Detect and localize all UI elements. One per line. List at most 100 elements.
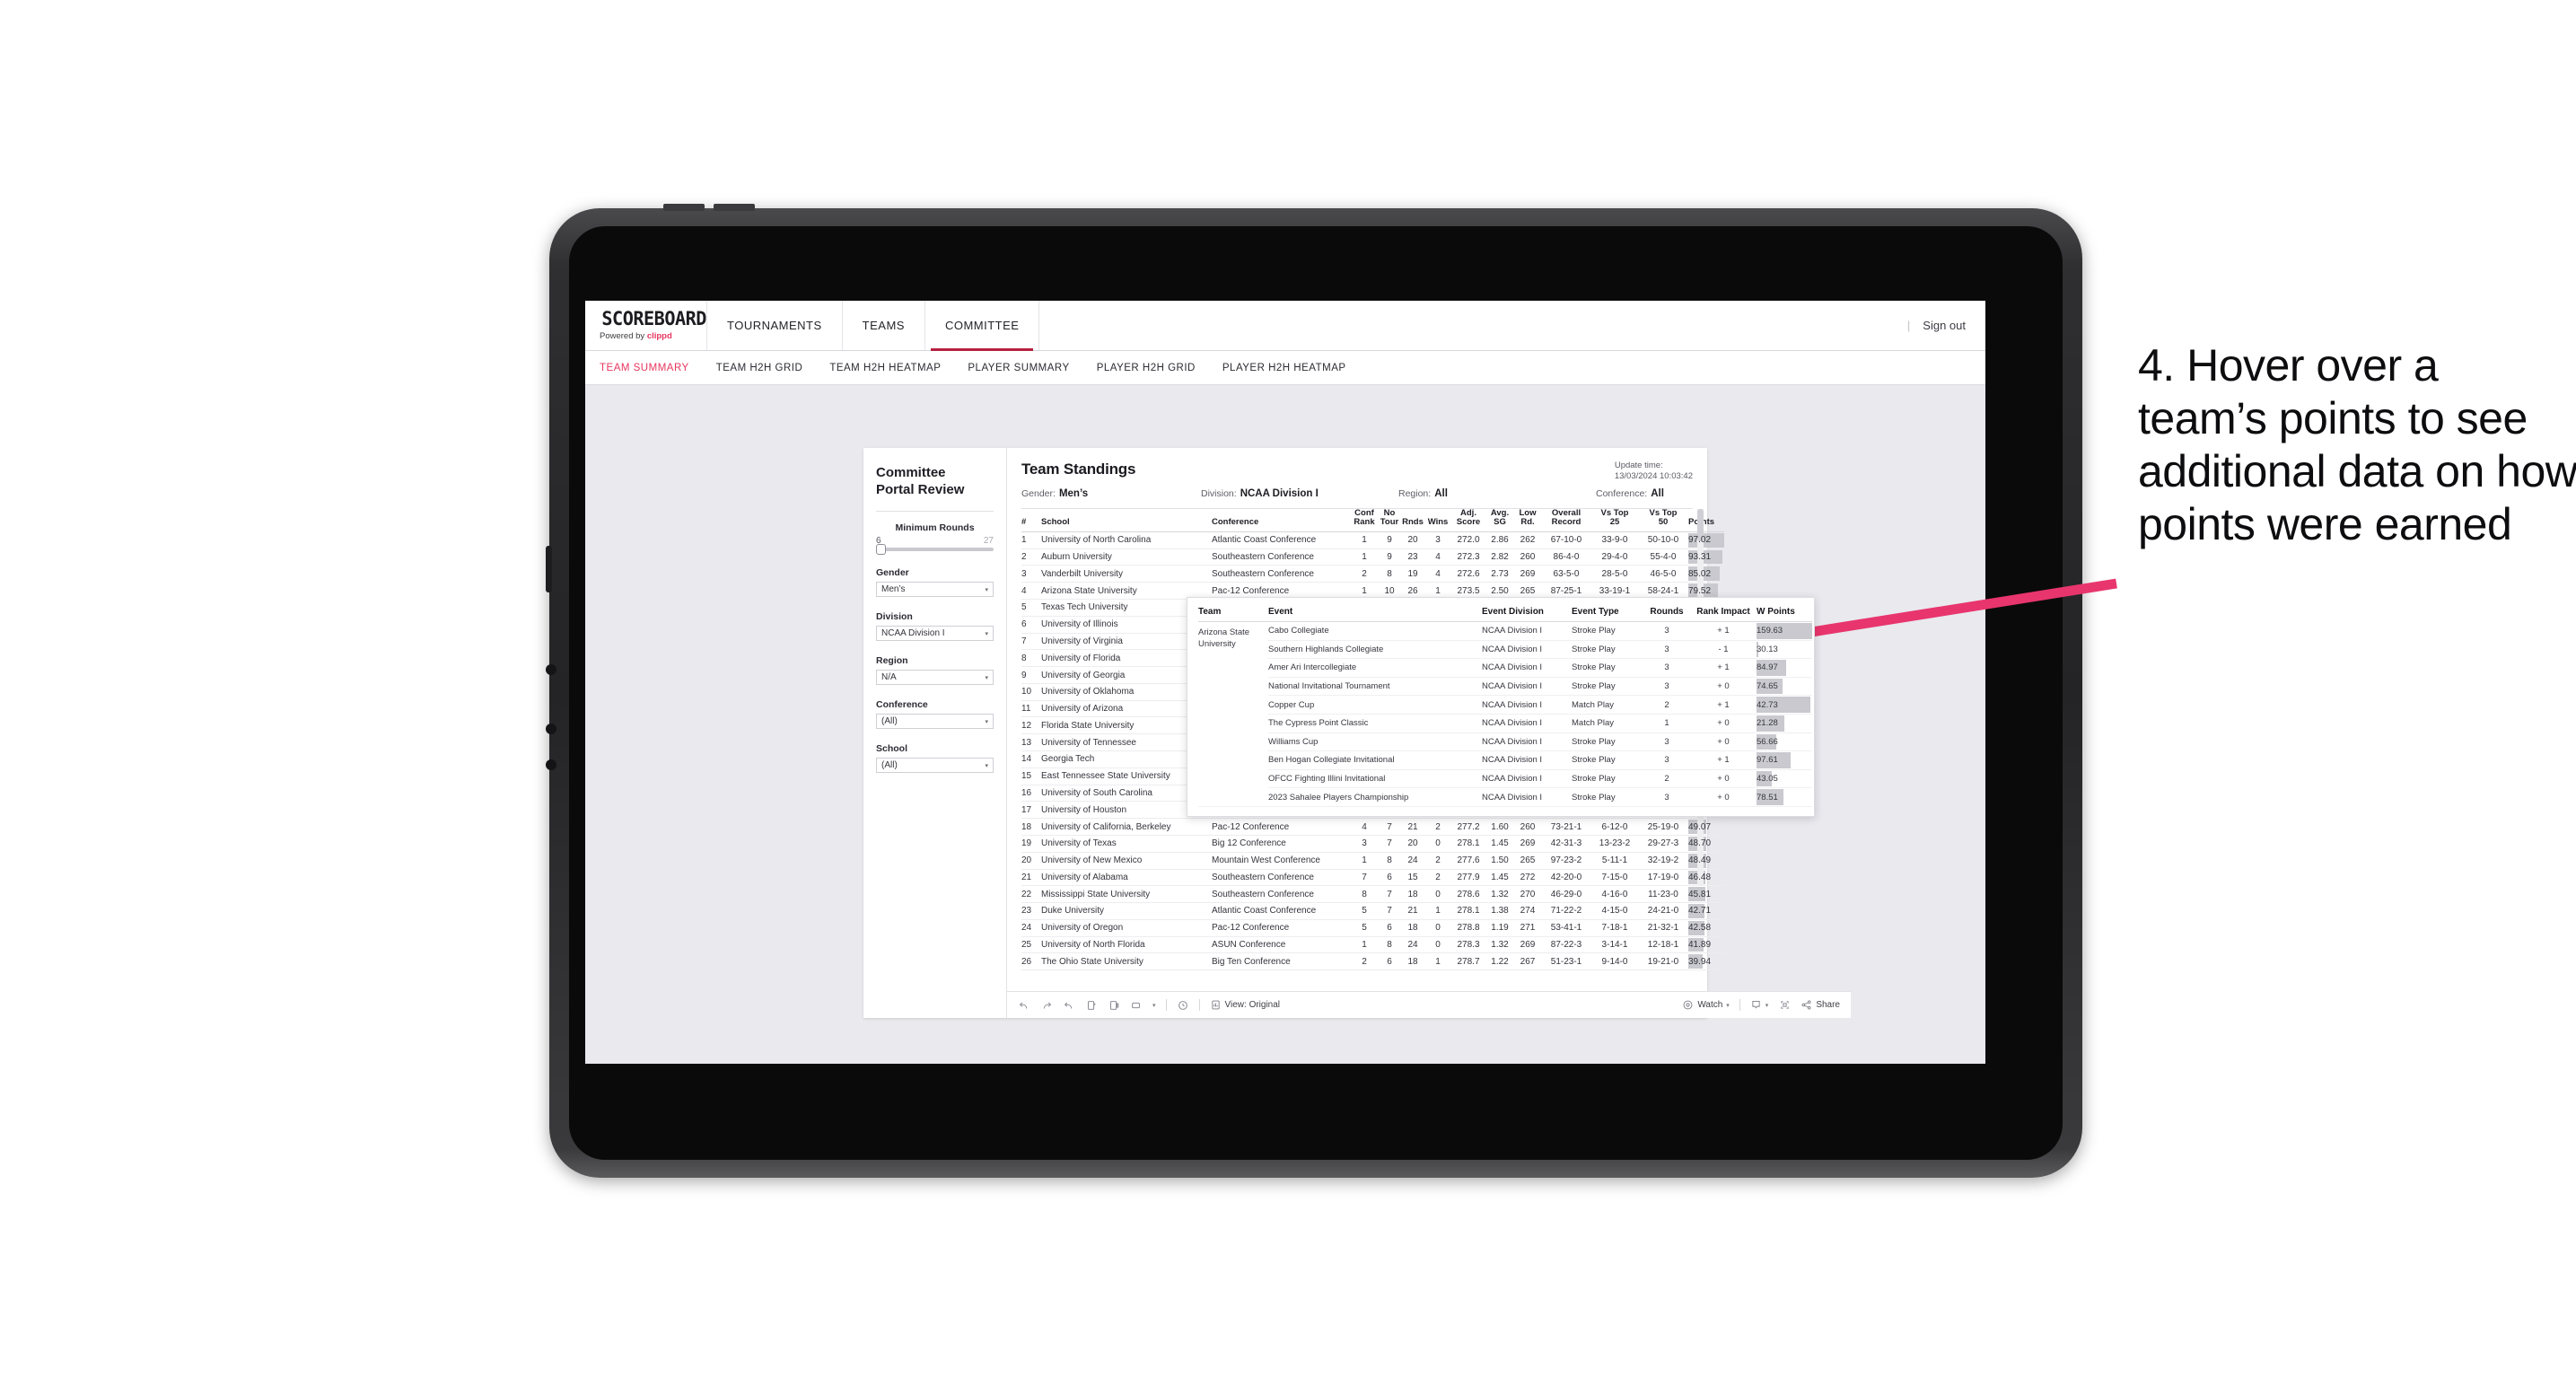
- table-row[interactable]: 25 University of North Florida ASUN Confer…: [1021, 936, 1724, 954]
- tooltip-division-cell: NCAA Division I: [1482, 658, 1572, 678]
- table-row[interactable]: 24 University of Oregon Pac-12 Conference 5…: [1021, 919, 1724, 937]
- toolbar-divider: [1739, 999, 1740, 1011]
- tooltip-impact-cell: - 1: [1690, 640, 1757, 660]
- col-header-no-tour[interactable]: No Tour: [1378, 508, 1401, 531]
- nav-item-teams[interactable]: TEAMS: [843, 301, 925, 350]
- points-cell[interactable]: 46.48: [1688, 869, 1724, 887]
- col-header-conf-rank[interactable]: Conf Rank: [1351, 508, 1378, 531]
- conference-select[interactable]: (All) ▾: [876, 714, 994, 730]
- points-cell[interactable]: 39.94: [1688, 952, 1724, 971]
- fullscreen-icon[interactable]: [1778, 999, 1791, 1012]
- filter-summary-gender-label: Gender:: [1021, 488, 1056, 499]
- col-header-rank[interactable]: #: [1021, 509, 1041, 531]
- standings-table-head: # School Conference Conf Rank No Tour Rnds…: [1021, 508, 1724, 531]
- table-row[interactable]: 23 Duke University Atlantic Coast Conferen…: [1021, 902, 1724, 920]
- col-header-conference[interactable]: Conference: [1212, 509, 1351, 531]
- col-header-overall-record[interactable]: Overall Record: [1541, 508, 1591, 531]
- refresh-icon[interactable]: [1085, 999, 1098, 1012]
- table-row[interactable]: 1 University of North Carolina Atlantic Co…: [1021, 531, 1724, 549]
- undo-icon[interactable]: [1018, 999, 1030, 1012]
- tab-player-h2h-grid[interactable]: PLAYER H2H GRID: [1097, 363, 1196, 373]
- school-select[interactable]: (All) ▾: [876, 758, 994, 774]
- volume-button[interactable]: [714, 204, 755, 211]
- watch-button[interactable]: Watch ▾: [1682, 999, 1730, 1011]
- no-tour-cell: 7: [1378, 902, 1401, 920]
- tooltip-row: Amer Ari Intercollegiate NCAA Division IS…: [1198, 658, 1812, 678]
- gender-select[interactable]: Men’s ▾: [876, 582, 994, 598]
- device-icon[interactable]: [1130, 999, 1143, 1012]
- col-header-vs-top-50[interactable]: Vs Top 50: [1638, 508, 1688, 531]
- filter-group-division: Division NCAA Division I ▾: [876, 611, 994, 642]
- tab-player-summary[interactable]: PLAYER SUMMARY: [968, 363, 1069, 373]
- table-row[interactable]: 22 Mississippi State University Southeaste…: [1021, 885, 1724, 904]
- points-cell[interactable]: 41.89: [1688, 936, 1724, 954]
- points-cell[interactable]: 42.71: [1688, 902, 1724, 920]
- col-header-school[interactable]: School: [1041, 509, 1212, 531]
- brand-logo[interactable]: SCOREBOARD Powered by clippd: [585, 301, 707, 350]
- table-row[interactable]: 3 Vanderbilt University Southeastern Confe…: [1021, 565, 1724, 583]
- region-select[interactable]: N/A ▾: [876, 670, 994, 686]
- tooltip-w-points-cell: 21.28: [1757, 714, 1812, 733]
- standings-panel: Team Standings Update time: 13/03/2024 1…: [1007, 448, 1851, 1018]
- rank-cell: 7: [1021, 633, 1041, 651]
- table-row[interactable]: 20 University of New Mexico Mountain West …: [1021, 852, 1724, 870]
- redo-icon[interactable]: [1040, 999, 1053, 1012]
- tooltip-rounds-cell: 2: [1643, 769, 1690, 789]
- wins-cell: 4: [1424, 565, 1451, 583]
- region-label: Region: [876, 655, 908, 667]
- tooltip-division-cell: NCAA Division I: [1482, 640, 1572, 660]
- table-row[interactable]: 26 The Ohio State University Big Ten Confe…: [1021, 952, 1724, 971]
- col-header-vs-top-25[interactable]: Vs Top 25: [1591, 508, 1638, 531]
- tooltip-impact-cell: + 0: [1690, 787, 1757, 807]
- tab-team-summary[interactable]: TEAM SUMMARY: [600, 363, 689, 373]
- points-cell[interactable]: 48.70: [1688, 835, 1724, 853]
- chevron-down-icon[interactable]: ▾: [1152, 1002, 1156, 1009]
- table-row[interactable]: 21 University of Alabama Southeastern Conf…: [1021, 869, 1724, 887]
- school-cell: University of North Carolina: [1041, 531, 1212, 549]
- col-header-low-rd[interactable]: Low Rd.: [1514, 508, 1541, 531]
- table-row[interactable]: 19 University of Texas Big 12 Conference 3 7…: [1021, 835, 1724, 853]
- tab-team-h2h-heatmap[interactable]: TEAM H2H HEATMAP: [829, 363, 941, 373]
- clock-icon[interactable]: [1177, 999, 1189, 1012]
- adj-score-cell: 278.6: [1451, 885, 1485, 904]
- view-original-button[interactable]: View: Original: [1210, 999, 1280, 1011]
- slider-handle[interactable]: [876, 544, 886, 556]
- points-cell[interactable]: 48.49: [1688, 852, 1724, 870]
- vs-top-50-cell: 29-27-3: [1638, 835, 1688, 853]
- power-button[interactable]: [663, 204, 705, 211]
- table-row[interactable]: 18 University of California, Berkeley Pac-…: [1021, 818, 1724, 836]
- minimum-rounds-slider[interactable]: [876, 544, 994, 556]
- update-time: Update time: 13/03/2024 10:03:42: [1615, 461, 1693, 483]
- points-cell[interactable]: 97.02: [1688, 531, 1724, 549]
- share-button[interactable]: Share: [1801, 999, 1840, 1011]
- division-select[interactable]: NCAA Division I ▾: [876, 626, 994, 642]
- tooltip-event-cell: The Cypress Point Classic: [1268, 714, 1482, 733]
- tooltip-event-cell: Cabo Collegiate: [1268, 621, 1482, 641]
- tab-team-h2h-grid[interactable]: TEAM H2H GRID: [716, 363, 803, 373]
- tab-player-h2h-heatmap[interactable]: PLAYER H2H HEATMAP: [1222, 363, 1346, 373]
- points-cell[interactable]: 45.81: [1688, 885, 1724, 904]
- sign-out-link[interactable]: Sign out: [1923, 319, 1966, 332]
- nav-item-tournaments[interactable]: TOURNAMENTS: [707, 301, 843, 350]
- points-cell[interactable]: 49.07: [1688, 818, 1724, 836]
- pause-icon[interactable]: [1108, 999, 1120, 1012]
- col-header-points[interactable]: Points: [1688, 509, 1724, 531]
- conf-rank-cell: 1: [1351, 548, 1378, 566]
- download-button[interactable]: ▾: [1750, 999, 1769, 1011]
- avg-sg-cell: 2.73: [1485, 565, 1514, 583]
- school-cell: University of California, Berkeley: [1041, 818, 1212, 836]
- chevron-down-icon: ▾: [1765, 1002, 1769, 1009]
- conf-rank-cell: 5: [1351, 902, 1378, 920]
- points-value: 49.07: [1688, 821, 1712, 832]
- points-cell[interactable]: 42.58: [1688, 919, 1724, 937]
- col-header-adj-score[interactable]: Adj. Score: [1451, 508, 1485, 531]
- low-rd-cell: 267: [1514, 952, 1541, 971]
- col-header-avg-sg[interactable]: Avg. SG: [1485, 508, 1514, 531]
- table-row[interactable]: 2 Auburn University Southeastern Conferenc…: [1021, 548, 1724, 566]
- no-tour-cell: 8: [1378, 936, 1401, 954]
- nav-item-committee[interactable]: COMMITTEE: [925, 301, 1040, 351]
- points-cell[interactable]: 93.31: [1688, 548, 1724, 566]
- col-header-rnds[interactable]: Rnds: [1401, 509, 1424, 531]
- col-header-wins[interactable]: Wins: [1424, 509, 1451, 531]
- revert-icon[interactable]: [1063, 999, 1075, 1012]
